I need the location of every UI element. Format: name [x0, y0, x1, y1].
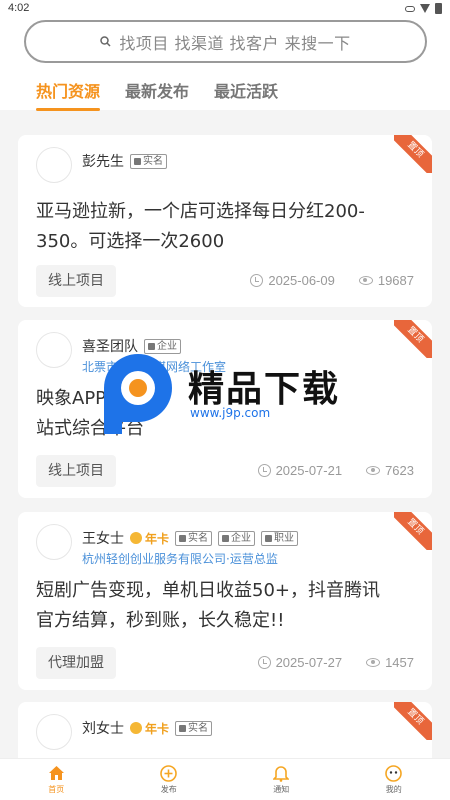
enterprise-badge: 企业 [218, 530, 256, 546]
card-meta: 2025-07-21 7623 [257, 463, 414, 478]
pinned-ribbon: 置顶 [394, 512, 432, 550]
view-count: 19687 [377, 273, 414, 288]
annual-vip-badge: 年卡 [130, 720, 169, 737]
avatar[interactable] [36, 714, 72, 750]
nav-publish-label: 发布 [160, 784, 177, 794]
person-icon [134, 157, 141, 165]
clock-icon [257, 464, 271, 477]
nav-home[interactable]: 首页 [0, 759, 113, 800]
annual-vip-badge: 年卡 [130, 530, 169, 547]
user-row: 刘女士 年卡 实名 [82, 718, 213, 738]
resource-card[interactable]: 置顶 彭先生 实名 亚马逊拉新，一个店可选择每日分红200-350。可选择一次2… [18, 135, 432, 307]
clock-icon [257, 656, 271, 669]
key-icon [405, 5, 415, 12]
profession-badge: 职业 [261, 530, 299, 546]
pinned-ribbon: 置顶 [394, 135, 432, 173]
status-time: 4:02 [8, 2, 30, 14]
post-date: 2025-07-21 [275, 463, 343, 478]
category-tag: 线上项目 [36, 455, 116, 487]
user-name[interactable]: 彭先生 [82, 151, 124, 171]
status-bar: 4:02 [0, 0, 450, 18]
watermark-text: 精品下载 [188, 369, 341, 410]
eye-icon [366, 466, 381, 475]
company-name: 杭州轻创创业服务有限公司·运营总监 [82, 552, 278, 566]
tab-hot-resources[interactable]: 热门资源 [36, 78, 101, 111]
bottom-nav: 首页 发布 通知 我的 [0, 758, 450, 800]
user-row: 彭先生 实名 [82, 151, 167, 171]
plus-circle-icon [160, 764, 178, 782]
briefcase-icon [265, 534, 273, 542]
verified-badge: 实名 [130, 153, 167, 169]
avatar[interactable] [36, 147, 72, 183]
avatar[interactable] [36, 332, 72, 368]
building-icon [148, 342, 155, 350]
card-title[interactable]: 亚马逊拉新，一个店可选择每日分红200-350。可选择一次2600 [36, 197, 396, 257]
watermark-logo-icon [104, 354, 172, 434]
watermark: 精品下载 www.j9p.com [98, 352, 358, 440]
card-meta: 2025-07-27 1457 [257, 655, 414, 670]
home-icon [48, 765, 65, 782]
face-icon [385, 764, 403, 782]
nav-profile-label: 我的 [385, 784, 402, 794]
view-count: 1457 [385, 655, 414, 670]
category-tag: 线上项目 [36, 265, 116, 297]
card-title[interactable]: 短剧广告变现，单机日收益50+，抖音腾讯官方结算，秒到账，长久稳定!! [36, 576, 396, 636]
resource-card[interactable]: 置顶 刘女士 年卡 实名 [18, 702, 432, 758]
header: 找项目 找渠道 找客户 来搜一下 热门资源 最新发布 最近活跃 [0, 18, 450, 111]
resource-card[interactable]: 置顶 王女士 年卡 实名 企业 职业 杭州轻创创业服务有限公司·运营总监 短剧广… [18, 512, 432, 690]
person-icon [179, 534, 187, 542]
user-name[interactable]: 王女士 [82, 528, 124, 548]
crown-icon [130, 722, 142, 734]
watermark-url: www.j9p.com [190, 406, 271, 420]
post-date: 2025-06-09 [268, 273, 335, 288]
clock-icon [250, 274, 264, 287]
nav-publish[interactable]: 发布 [113, 759, 226, 800]
eye-icon [358, 276, 373, 285]
search-icon [100, 36, 111, 47]
tab-latest[interactable]: 最新发布 [125, 78, 189, 102]
user-row: 王女士 年卡 实名 企业 职业 [82, 528, 299, 548]
nav-home-label: 首页 [48, 784, 65, 794]
crown-icon [130, 532, 142, 544]
card-meta: 2025-06-09 19687 [250, 273, 414, 288]
avatar[interactable] [36, 524, 72, 560]
category-tag: 代理加盟 [36, 647, 116, 679]
user-name[interactable]: 刘女士 [82, 718, 124, 738]
bell-icon [273, 765, 290, 782]
system-icons [405, 3, 442, 14]
verified-badge: 实名 [175, 530, 213, 546]
pinned-ribbon: 置顶 [394, 320, 432, 358]
battery-icon [435, 3, 442, 14]
wifi-icon [420, 4, 430, 13]
verified-badge: 实名 [175, 720, 213, 736]
eye-icon [366, 658, 381, 667]
person-icon [179, 724, 187, 732]
pinned-ribbon: 置顶 [394, 702, 432, 740]
nav-notifications[interactable]: 通知 [225, 759, 338, 800]
search-bar[interactable]: 找项目 找渠道 找客户 来搜一下 [24, 20, 427, 63]
search-placeholder: 找项目 找渠道 找客户 来搜一下 [119, 33, 351, 53]
post-date: 2025-07-27 [275, 655, 343, 670]
building-icon [222, 534, 230, 542]
nav-profile[interactable]: 我的 [338, 759, 450, 800]
nav-notifications-label: 通知 [273, 784, 290, 794]
tab-bar: 热门资源 最新发布 最近活跃 [36, 78, 278, 111]
tab-recent-active[interactable]: 最近活跃 [214, 78, 278, 102]
view-count: 7623 [385, 463, 414, 478]
